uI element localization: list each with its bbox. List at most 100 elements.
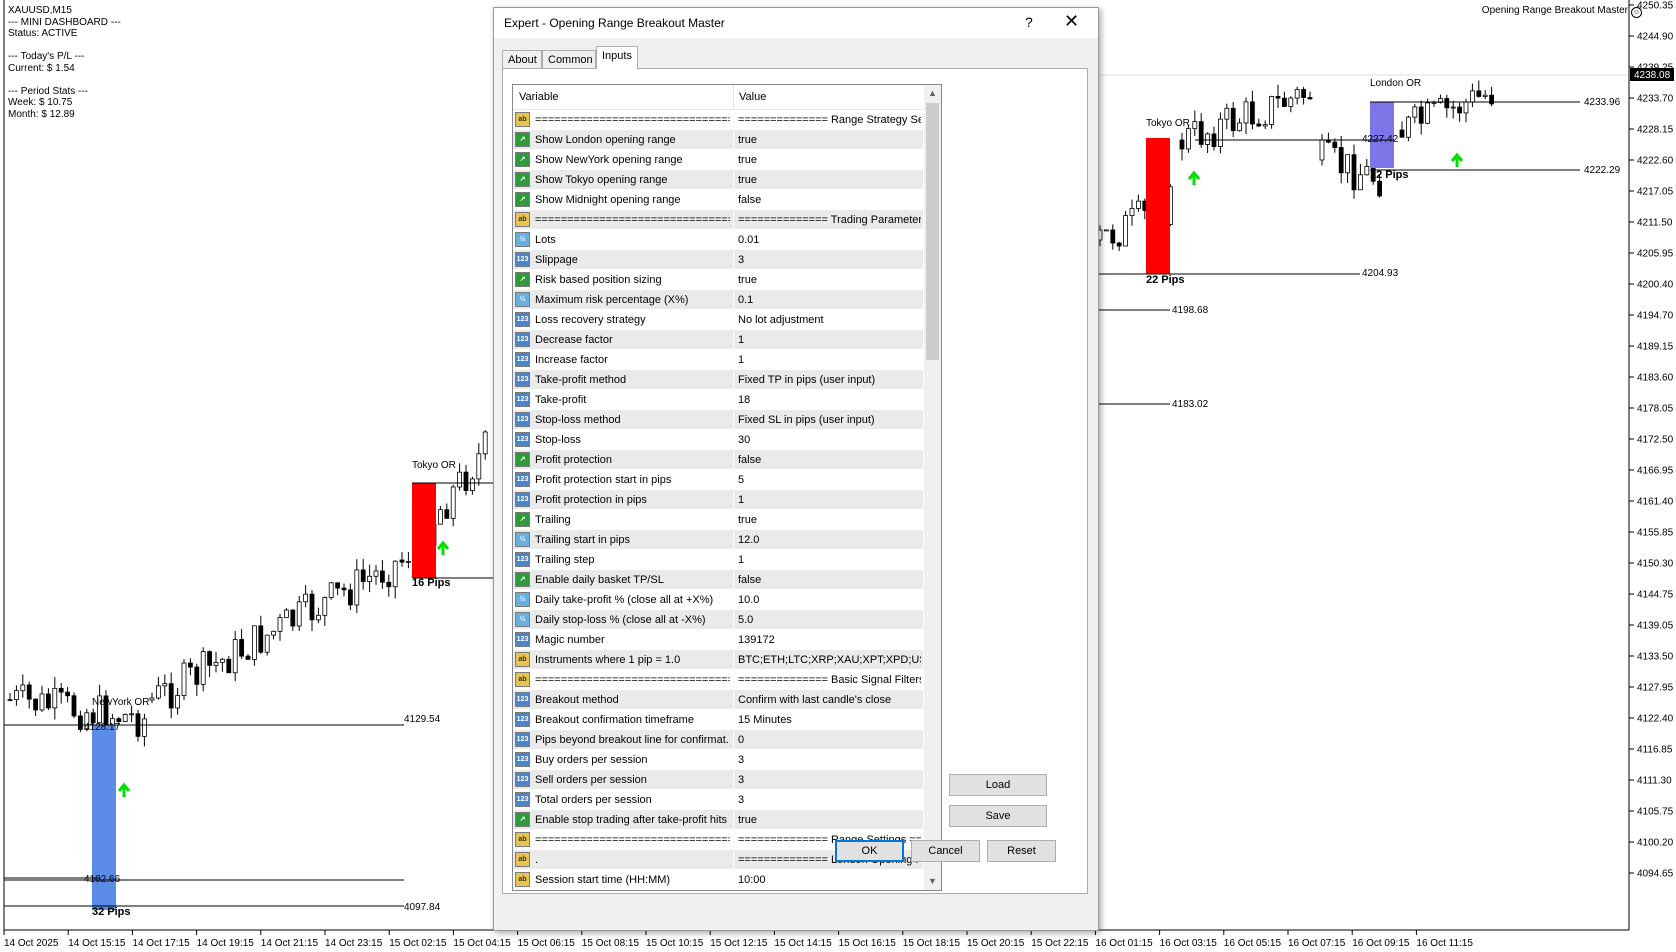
input-value[interactable]: 15 Minutes [738, 714, 921, 726]
input-row[interactable]: ab ================================ ======… [513, 110, 923, 130]
input-value[interactable]: true [738, 274, 921, 286]
input-value[interactable]: Confirm with last candle's close [738, 694, 921, 706]
candle-body [78, 715, 83, 730]
input-value[interactable]: false [738, 194, 921, 206]
help-icon[interactable]: ? [1025, 14, 1033, 30]
input-row[interactable]: 123 Magic number 139172 [513, 630, 923, 650]
input-value[interactable]: 3 [738, 754, 921, 766]
input-row[interactable]: 123 Profit protection start in pips 5 [513, 470, 923, 490]
input-row[interactable]: ab ================================ ======… [513, 210, 923, 230]
input-row[interactable]: 123 Trailing step 1 [513, 550, 923, 570]
input-value[interactable]: 5.0 [738, 614, 921, 626]
input-value[interactable]: 1 [738, 334, 921, 346]
input-value[interactable]: true [738, 174, 921, 186]
input-value[interactable]: 1 [738, 354, 921, 366]
input-value[interactable]: 3 [738, 774, 921, 786]
input-row[interactable]: 123 Sell orders per session 3 [513, 770, 923, 790]
input-row[interactable]: 123 Take-profit method Fixed TP in pips (u… [513, 370, 923, 390]
input-row[interactable]: ↗ Show Tokyo opening range true [513, 170, 923, 190]
input-row[interactable]: 123 Pips beyond breakout line for confirm… [513, 730, 923, 750]
input-value[interactable]: Fixed SL in pips (user input) [738, 414, 921, 426]
input-row[interactable]: ab ================================ ======… [513, 670, 923, 690]
column-value[interactable]: Value [739, 91, 766, 103]
input-value[interactable]: 5 [738, 474, 921, 486]
input-row[interactable]: 123 Breakout method Confirm with last cand… [513, 690, 923, 710]
input-row[interactable]: 123 Stop-loss method Fixed SL in pips (use… [513, 410, 923, 430]
input-row[interactable]: ½ Maximum risk percentage (X%) 0.1 [513, 290, 923, 310]
input-value[interactable]: 10.0 [738, 594, 921, 606]
input-value[interactable]: Fixed TP in pips (user input) [738, 374, 921, 386]
scroll-thumb[interactable] [926, 103, 939, 360]
input-row[interactable]: ↗ Show London opening range true [513, 130, 923, 150]
tab-common[interactable]: Common [542, 50, 596, 68]
scroll-up-icon[interactable]: ▲ [924, 85, 941, 102]
input-row[interactable]: ↗ Enable stop trading after take-profit h… [513, 810, 923, 830]
input-row[interactable]: ab Session start time (HH:MM) 10:00 [513, 870, 923, 890]
tab-inputs[interactable]: Inputs [596, 46, 638, 69]
input-value[interactable]: false [738, 454, 921, 466]
input-variable: Sell orders per session [535, 774, 647, 786]
dbl-type-icon: ½ [515, 292, 530, 307]
input-row[interactable]: ½ Daily stop-loss % (close all at -X%) 5.0 [513, 610, 923, 630]
input-row[interactable]: ½ Daily take-profit % (close all at +X%) 1… [513, 590, 923, 610]
input-row[interactable]: 123 Total orders per session 3 [513, 790, 923, 810]
candle-body [239, 639, 245, 657]
input-row[interactable]: 123 Profit protection in pips 1 [513, 490, 923, 510]
column-variable[interactable]: Variable [519, 91, 559, 103]
tab-about[interactable]: About [502, 50, 542, 68]
time-tick-label: 15 Oct 08:15 [582, 938, 640, 949]
input-value[interactable]: ============== Basic Signal Filters ====… [738, 674, 921, 686]
input-value[interactable]: 18 [738, 394, 921, 406]
input-value[interactable]: 0 [738, 734, 921, 746]
input-row[interactable]: ↗ Risk based position sizing true [513, 270, 923, 290]
input-row[interactable]: 123 Buy orders per session 3 [513, 750, 923, 770]
input-value[interactable]: 0.1 [738, 294, 921, 306]
input-value[interactable]: 3 [738, 254, 921, 266]
input-row[interactable]: ↗ Trailing true [513, 510, 923, 530]
input-row[interactable]: 123 Loss recovery strategy No lot adjustme… [513, 310, 923, 330]
input-value[interactable]: true [738, 814, 921, 826]
input-value[interactable]: 12.0 [738, 534, 921, 546]
input-row[interactable]: ab Instruments where 1 pip = 1.0 BTC;ETH;L… [513, 650, 923, 670]
input-value[interactable]: true [738, 514, 921, 526]
input-value[interactable]: true [738, 154, 921, 166]
price-tick-label: 4222.60 [1637, 156, 1674, 167]
input-value[interactable]: ============== Range Strategy Settings..… [738, 114, 921, 126]
reset-button[interactable]: Reset [987, 840, 1056, 862]
input-row[interactable]: ↗ Enable daily basket TP/SL false [513, 570, 923, 590]
candle-body [129, 713, 135, 716]
input-row[interactable]: ½ Lots 0.01 [513, 230, 923, 250]
input-row[interactable]: ½ Trailing start in pips 12.0 [513, 530, 923, 550]
input-value[interactable]: No lot adjustment [738, 314, 921, 326]
candle-body [1104, 229, 1109, 232]
close-icon[interactable]: ✕ [1064, 11, 1079, 32]
input-value[interactable]: 30 [738, 434, 921, 446]
cancel-button[interactable]: Cancel [911, 840, 980, 862]
input-row[interactable]: ↗ Show NewYork opening range true [513, 150, 923, 170]
inputs-grid[interactable]: Variable Value ab =======================… [512, 84, 942, 891]
load-button[interactable]: Load [949, 774, 1047, 796]
input-row[interactable]: 123 Decrease factor 1 [513, 330, 923, 350]
input-row[interactable]: 123 Slippage 3 [513, 250, 923, 270]
input-row[interactable]: 123 Breakout confirmation timeframe 15 Min… [513, 710, 923, 730]
input-value[interactable]: ============== Trading Parameters ===... [738, 214, 921, 226]
ok-button[interactable]: OK [835, 840, 904, 862]
input-value[interactable]: 10:00 [738, 874, 921, 886]
input-value[interactable]: true [738, 134, 921, 146]
dialog-titlebar[interactable]: Expert - Opening Range Breakout Master ?… [494, 8, 1098, 38]
input-value[interactable]: BTC;ETH;LTC;XRP;XAU;XPT;XPD;US30;... [738, 654, 921, 666]
input-value[interactable]: 1 [738, 494, 921, 506]
grid-scrollbar[interactable]: ▲ ▼ [924, 85, 941, 890]
input-value[interactable]: 0.01 [738, 234, 921, 246]
input-row[interactable]: 123 Take-profit 18 [513, 390, 923, 410]
input-row[interactable]: 123 Increase factor 1 [513, 350, 923, 370]
input-value[interactable]: 3 [738, 794, 921, 806]
input-value[interactable]: false [738, 574, 921, 586]
input-row[interactable]: 123 Stop-loss 30 [513, 430, 923, 450]
save-button[interactable]: Save [949, 805, 1047, 827]
input-row[interactable]: ↗ Show Midnight opening range false [513, 190, 923, 210]
input-value[interactable]: 139172 [738, 634, 921, 646]
scroll-down-icon[interactable]: ▼ [924, 873, 941, 890]
input-value[interactable]: 1 [738, 554, 921, 566]
input-row[interactable]: ↗ Profit protection false [513, 450, 923, 470]
